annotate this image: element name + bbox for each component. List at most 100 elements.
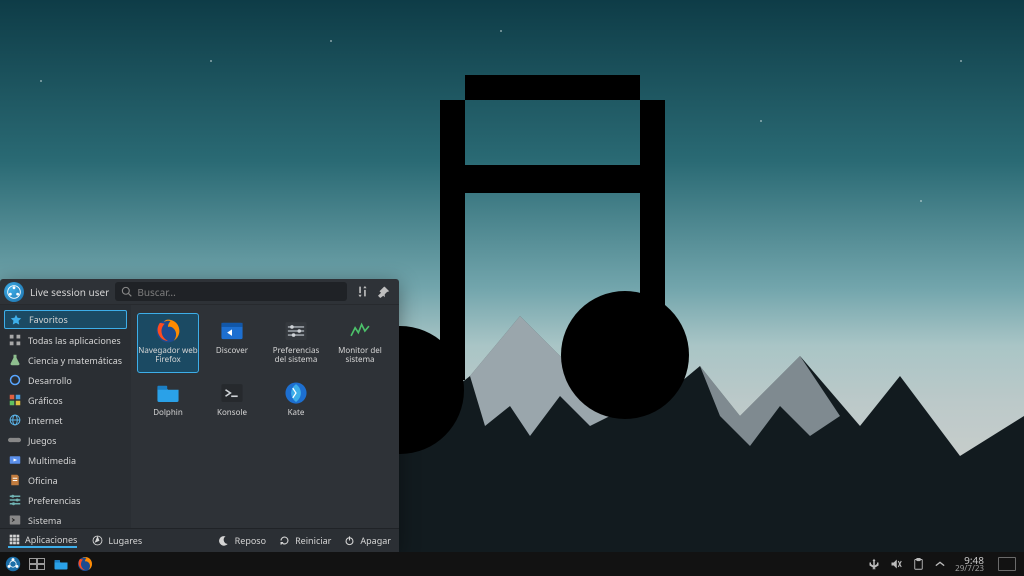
star: [210, 60, 212, 62]
tray-volume-icon[interactable]: [889, 557, 903, 571]
sidebar-item-label: Desarrollo: [28, 374, 72, 387]
user-name: Live session user: [30, 285, 109, 299]
sidebar-item-label: Juegos: [28, 434, 56, 447]
footer-sleep[interactable]: Reposo: [218, 534, 266, 547]
show-desktop-button[interactable]: [998, 557, 1016, 571]
footer-restart[interactable]: Reiniciar: [278, 534, 331, 547]
app-tile-discover[interactable]: Discover: [201, 313, 263, 373]
settings-icon: [283, 318, 309, 344]
kubuntu-logo-icon: [4, 282, 24, 302]
star: [920, 200, 922, 202]
star-icon: [9, 313, 22, 326]
app-tile-firefox[interactable]: Navegador web Firefox: [137, 313, 199, 373]
user-badge[interactable]: Live session user: [4, 282, 109, 302]
tray-clipboard-icon[interactable]: [911, 557, 925, 571]
tray-chevron-up-icon[interactable]: [933, 557, 947, 571]
footer-label: Aplicaciones: [25, 533, 77, 546]
search-field[interactable]: [115, 282, 347, 301]
sidebar-item-todas[interactable]: Todas las aplicaciones: [0, 330, 131, 350]
taskbar-firefox[interactable]: [76, 555, 94, 573]
palette-icon: [8, 394, 21, 407]
star: [40, 80, 42, 82]
taskbar: 9:48 29/7/23: [0, 552, 1024, 576]
sidebar-item-label: Internet: [28, 414, 63, 427]
grid-icon: [8, 334, 21, 347]
app-label: Monitor del sistema: [330, 347, 390, 365]
app-label: Kate: [288, 409, 305, 418]
sidebar-item-label: Sistema: [28, 514, 61, 527]
folder-icon: [155, 380, 181, 406]
sidebar-item-label: Multimedia: [28, 454, 76, 467]
sidebar-item-label: Favoritos: [29, 313, 68, 326]
sidebar-item-label: Preferencias: [28, 494, 80, 507]
star: [330, 40, 332, 42]
monitor-icon: [347, 318, 373, 344]
taskbar-left: [0, 555, 94, 573]
footer-tab-lugares[interactable]: Lugares: [91, 533, 142, 548]
sidebar-item-oficina[interactable]: Oficina: [0, 470, 131, 490]
app-label: Preferencias del sistema: [266, 347, 326, 365]
gamepad-icon: [8, 434, 21, 447]
favorites-grid: Navegador web Firefox Discover Preferenc…: [131, 305, 399, 528]
media-icon: [8, 454, 21, 467]
sidebar-item-juegos[interactable]: Juegos: [0, 430, 131, 450]
app-label: Konsole: [217, 409, 247, 418]
sidebar-item-desarrollo[interactable]: Desarrollo: [0, 370, 131, 390]
application-launcher: Live session user Fav: [0, 279, 399, 552]
sidebar-item-sistema[interactable]: Sistema: [0, 510, 131, 528]
app-tile-kate[interactable]: Kate: [265, 375, 327, 435]
star: [760, 120, 762, 122]
clock-date: 29/7/23: [955, 565, 984, 573]
search-input[interactable]: [137, 285, 341, 299]
sidebar-item-multimedia[interactable]: Multimedia: [0, 450, 131, 470]
system-tray: 9:48 29/7/23: [867, 555, 1024, 573]
sidebar-item-preferencias[interactable]: Preferencias: [0, 490, 131, 510]
star: [960, 60, 962, 62]
terminal-icon: [8, 514, 21, 527]
sidebar-item-label: Todas las aplicaciones: [28, 334, 121, 347]
app-tile-monitor[interactable]: Monitor del sistema: [329, 313, 391, 373]
code-icon: [8, 374, 21, 387]
app-label: Discover: [216, 347, 248, 356]
sort-button[interactable]: [353, 283, 371, 301]
app-label: Navegador web Firefox: [138, 347, 198, 365]
star: [500, 30, 502, 32]
office-icon: [8, 474, 21, 487]
footer-left: Aplicaciones Lugares: [8, 533, 142, 548]
tray-usb-icon[interactable]: [867, 557, 881, 571]
globe-icon: [8, 414, 21, 427]
taskbar-pager[interactable]: [28, 555, 46, 573]
taskbar-dolphin[interactable]: [52, 555, 70, 573]
launcher-footer: Aplicaciones Lugares Reposo Reiniciar: [0, 528, 399, 552]
footer-tab-aplicaciones[interactable]: Aplicaciones: [8, 533, 77, 548]
app-tile-konsole[interactable]: Konsole: [201, 375, 263, 435]
app-tile-preferencias[interactable]: Preferencias del sistema: [265, 313, 327, 373]
app-tile-dolphin[interactable]: Dolphin: [137, 375, 199, 435]
sidebar-item-label: Ciencia y matemáticas: [28, 354, 122, 367]
footer-right: Reposo Reiniciar Apagar: [218, 534, 391, 547]
sidebar-item-graficos[interactable]: Gráficos: [0, 390, 131, 410]
search-icon: [121, 286, 132, 297]
firefox-icon: [155, 318, 181, 344]
launcher-body: Favoritos Todas las aplicaciones Ciencia…: [0, 305, 399, 528]
pin-button[interactable]: [375, 283, 393, 301]
sidebar-item-internet[interactable]: Internet: [0, 410, 131, 430]
flask-icon: [8, 354, 21, 367]
desktop-wallpaper: Live session user Fav: [0, 0, 1024, 576]
taskbar-clock[interactable]: 9:48 29/7/23: [955, 555, 984, 573]
compass-icon: [91, 535, 103, 547]
footer-label: Reiniciar: [295, 534, 331, 547]
sidebar-item-favoritos[interactable]: Favoritos: [4, 310, 127, 329]
apps-grid-icon: [8, 534, 20, 546]
discover-icon: [219, 318, 245, 344]
app-label: Dolphin: [153, 409, 183, 418]
restart-icon: [278, 535, 290, 547]
footer-label: Lugares: [108, 534, 142, 547]
sidebar-item-ciencia[interactable]: Ciencia y matemáticas: [0, 350, 131, 370]
footer-label: Apagar: [360, 534, 391, 547]
category-sidebar: Favoritos Todas las aplicaciones Ciencia…: [0, 305, 131, 528]
footer-shutdown[interactable]: Apagar: [343, 534, 391, 547]
power-icon: [343, 535, 355, 547]
footer-label: Reposo: [235, 534, 266, 547]
start-button[interactable]: [4, 555, 22, 573]
